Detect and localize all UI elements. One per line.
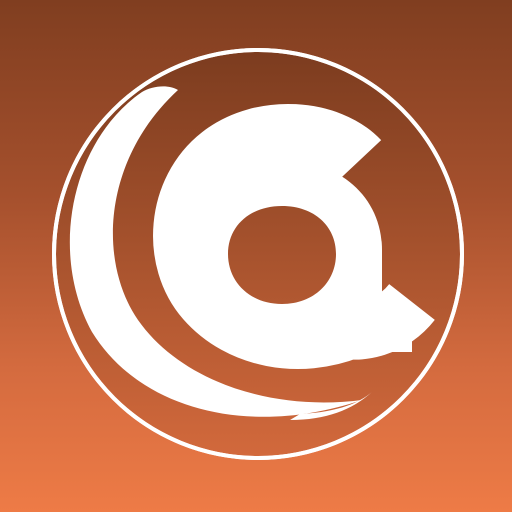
email-at-sign-icon[interactable] [0,0,512,512]
at-sign-emblem [52,48,464,460]
